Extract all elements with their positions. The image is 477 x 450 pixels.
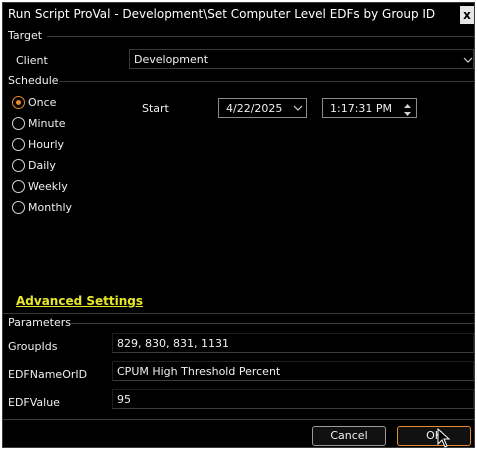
radio-button-icon (12, 138, 25, 151)
start-label: Start (142, 102, 169, 115)
window-title: Run Script ProVal - Development\Set Comp… (8, 7, 436, 21)
mouse-pointer-icon (437, 427, 451, 448)
time-spinner (400, 100, 415, 116)
advanced-settings-link[interactable]: Advanced Settings (16, 294, 143, 308)
groupids-value: 829, 830, 831, 1131 (117, 337, 229, 350)
radio-button-icon (12, 180, 25, 193)
title-bar[interactable]: Run Script ProVal - Development\Set Comp… (3, 3, 474, 27)
client-label: Client (16, 54, 48, 67)
groupids-input[interactable]: 829, 830, 831, 1131 (112, 333, 474, 353)
target-divider (47, 36, 474, 37)
schedule-divider (59, 81, 474, 82)
spin-down-icon[interactable] (400, 108, 415, 116)
dialog-footer: Cancel OK (3, 419, 474, 447)
radio-button-icon (12, 117, 25, 130)
radio-button-icon (12, 201, 25, 214)
radio-minute-label: Minute (28, 117, 66, 130)
close-button[interactable]: x (460, 6, 474, 24)
radio-hourly-label: Hourly (28, 138, 65, 151)
parameters-section-label: Parameters (8, 316, 71, 329)
chevron-down-icon[interactable] (292, 102, 304, 114)
chevron-down-icon (462, 54, 474, 66)
edfnameorid-value: CPUM High Threshold Percent (117, 365, 281, 378)
radio-button-icon (12, 159, 25, 172)
radio-once-label: Once (28, 96, 57, 109)
start-time-picker[interactable]: 1:17:31 PM (322, 98, 417, 118)
radio-monthly[interactable]: Monthly (12, 200, 102, 216)
radio-weekly-label: Weekly (28, 180, 68, 193)
run-script-dialog: Run Script ProVal - Development\Set Comp… (2, 2, 475, 448)
radio-hourly[interactable]: Hourly (12, 137, 102, 153)
target-section-label: Target (8, 29, 43, 42)
edfnameorid-input[interactable]: CPUM High Threshold Percent (112, 361, 474, 381)
radio-weekly[interactable]: Weekly (12, 179, 102, 195)
spin-up-icon[interactable] (400, 100, 415, 108)
radio-monthly-label: Monthly (28, 201, 73, 214)
edfnameorid-label: EDFNameOrID (8, 368, 88, 381)
cancel-button[interactable]: Cancel (312, 426, 386, 446)
groupids-label: GroupIds (8, 340, 58, 353)
parameters-divider (71, 323, 474, 324)
parameters-top-divider (3, 313, 474, 314)
ok-button[interactable]: OK (397, 426, 471, 446)
client-dropdown-value: Development (134, 53, 209, 66)
edfvalue-label: EDFValue (8, 396, 60, 409)
client-dropdown[interactable]: Development (129, 49, 474, 69)
edfvalue-value: 95 (117, 393, 131, 406)
radio-once[interactable]: Once (12, 95, 102, 111)
start-date-value: 4/22/2025 (226, 102, 283, 115)
radio-daily[interactable]: Daily (12, 158, 102, 174)
radio-daily-label: Daily (28, 159, 56, 172)
radio-button-icon (12, 96, 25, 109)
radio-minute[interactable]: Minute (12, 116, 102, 132)
edfvalue-input[interactable]: 95 (112, 389, 474, 409)
schedule-section-label: Schedule (8, 74, 59, 87)
start-date-picker[interactable]: 4/22/2025 (218, 98, 307, 118)
start-time-value: 1:17:31 PM (330, 102, 393, 115)
